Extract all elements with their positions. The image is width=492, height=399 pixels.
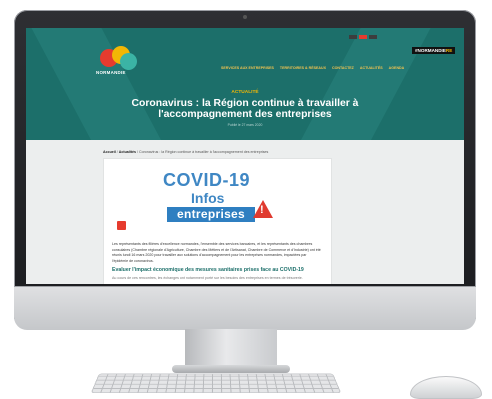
breadcrumb-current: Coronavirus : la Région continue à trava… <box>138 150 269 154</box>
top-utility-buttons <box>349 35 377 39</box>
normandie-badge[interactable]: #NORMANDIERE <box>412 47 456 54</box>
article-intro: Les représentants des filières d'excelle… <box>112 242 321 263</box>
warning-mark: ! <box>260 204 264 216</box>
nav-item-actualites[interactable]: ACTUALITÉS <box>360 66 383 70</box>
screen: NORMANDIE SERVICES AUX ENTREPRISES TERRI… <box>26 28 464 284</box>
article-card: COVID-19 Infos entreprises ! Les représe… <box>103 158 332 284</box>
cci-logo <box>117 221 126 230</box>
utility-button[interactable] <box>349 35 357 39</box>
utility-button[interactable] <box>359 35 367 39</box>
monitor-stand <box>185 329 277 367</box>
monitor-stand-base <box>172 365 290 373</box>
camera-dot <box>243 15 247 19</box>
article-body: Au cours de ces rencontres, les échanges… <box>112 276 303 280</box>
mouse <box>410 376 482 399</box>
keyboard <box>90 373 342 394</box>
monitor-chin <box>14 286 476 330</box>
nav-item-services[interactable]: SERVICES AUX ENTREPRISES <box>221 66 274 70</box>
breadcrumb-section[interactable]: Actualités <box>119 150 136 154</box>
poster-line-2: Infos <box>191 190 225 206</box>
hero-banner: NORMANDIE SERVICES AUX ENTREPRISES TERRI… <box>26 28 464 140</box>
breadcrumb-home[interactable]: Accueil <box>103 150 116 154</box>
utility-button[interactable] <box>369 35 377 39</box>
covid-poster-image: COVID-19 Infos entreprises ! <box>161 168 273 225</box>
main-nav: SERVICES AUX ENTREPRISES TERRITOIRES & R… <box>221 66 404 70</box>
page-title: Coronavirus : la Région continue à trava… <box>131 98 359 120</box>
poster-line-1: COVID-19 <box>163 170 251 190</box>
poster-line-3: entreprises <box>167 207 255 222</box>
nav-item-agenda[interactable]: AGENDA <box>389 66 405 70</box>
nav-item-contact[interactable]: CONTACTEZ <box>332 66 354 70</box>
imac-monitor: NORMANDIE SERVICES AUX ENTREPRISES TERRI… <box>14 10 476 330</box>
article-kicker: ACTUALITÉ <box>231 90 259 95</box>
article-subheading: Evaluer l'impact économique des mesures … <box>112 267 304 273</box>
brand-name: NORMANDIE <box>96 70 126 75</box>
breadcrumb: Accueil / Actualités / Coronavirus : la … <box>103 150 269 154</box>
nav-item-territoires[interactable]: TERRITOIRES & RÉSEAUX <box>280 66 326 70</box>
article-date: Publié le 27 mars 2020 <box>227 123 263 127</box>
